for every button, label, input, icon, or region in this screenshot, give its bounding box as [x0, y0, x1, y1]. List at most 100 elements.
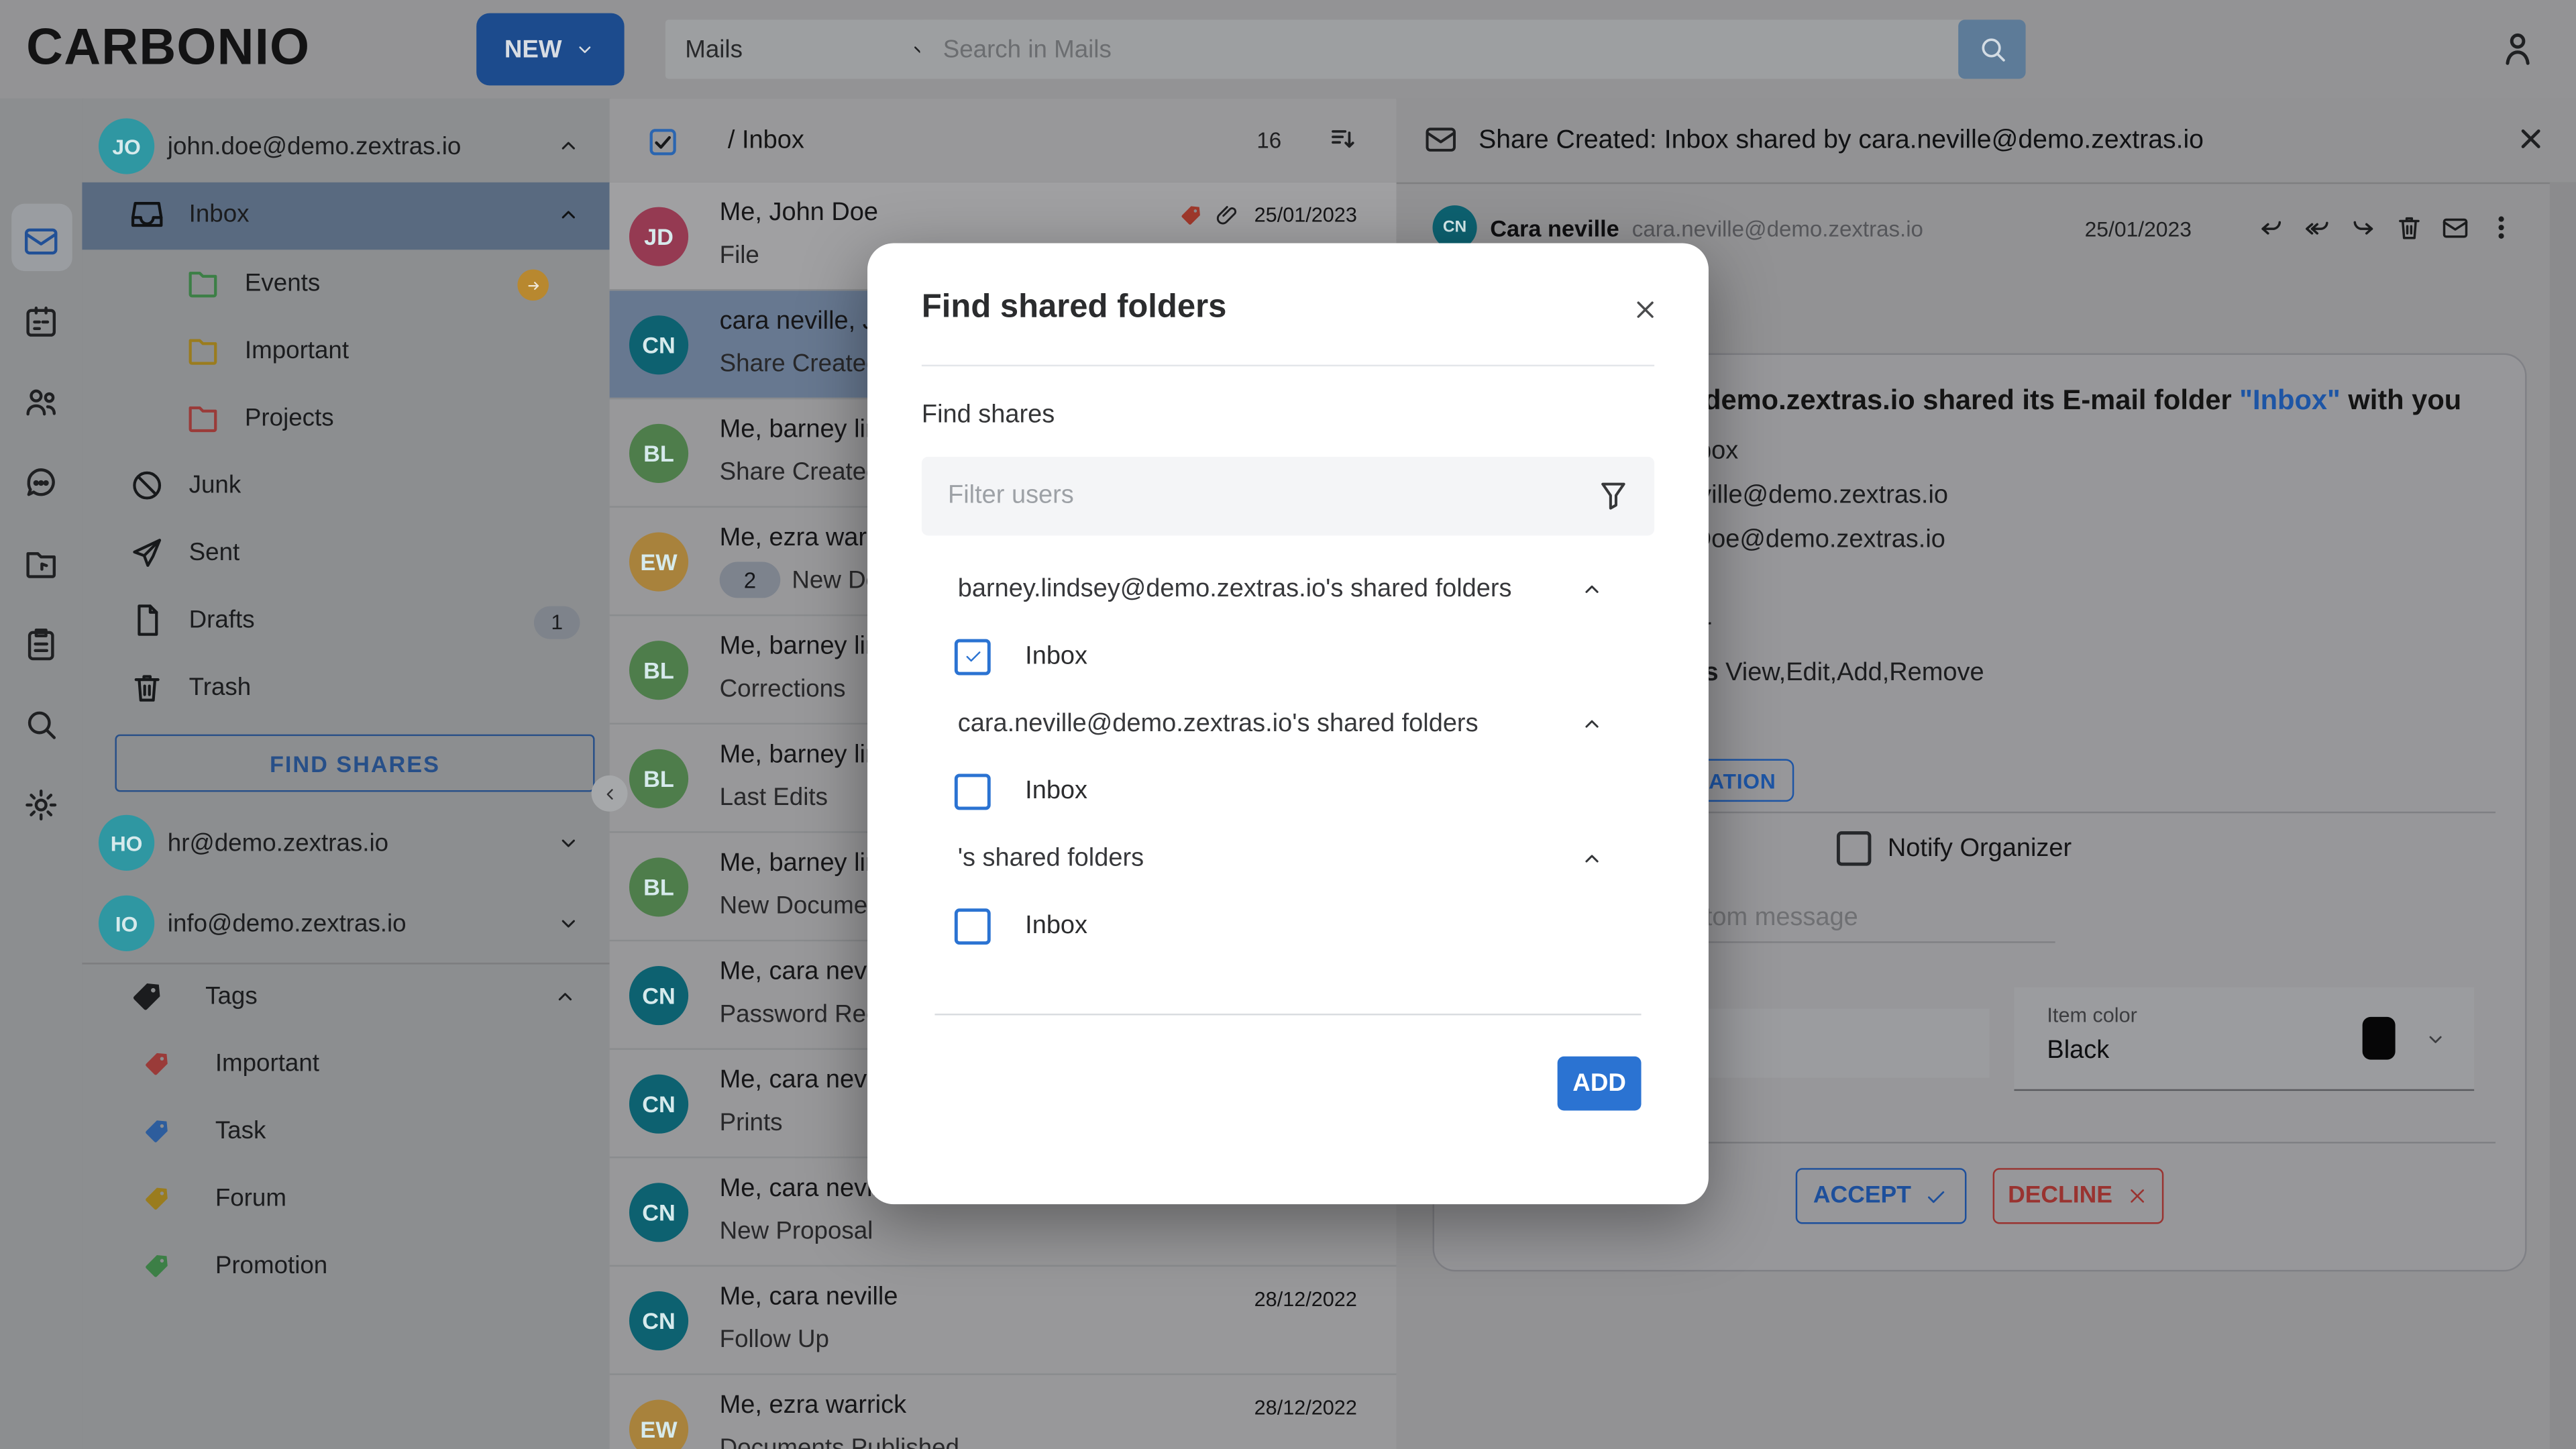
accept-button[interactable]: ACCEPT: [1796, 1168, 1967, 1224]
rail-chat-icon[interactable]: [21, 464, 61, 503]
share-group-header[interactable]: 's shared folders: [922, 824, 1654, 892]
notify-organizer-row: Notify Organizer: [1837, 831, 2072, 865]
shared-folder-option[interactable]: Inbox: [922, 623, 1654, 690]
divider: [934, 1014, 1641, 1015]
tag-item-important[interactable]: Important: [82, 1032, 609, 1099]
tags-header[interactable]: Tags: [82, 965, 609, 1032]
folder-item-events[interactable]: Events: [82, 252, 609, 319]
rail-search-icon[interactable]: [21, 705, 61, 745]
tag-item-task[interactable]: Task: [82, 1099, 609, 1166]
mail-list-item[interactable]: EWMe, ezra warrickDocuments Published28/…: [610, 1375, 1397, 1449]
account-menu-button[interactable]: [2496, 26, 2540, 70]
add-button[interactable]: ADD: [1558, 1057, 1642, 1111]
folder-item-sent[interactable]: Sent: [82, 521, 609, 588]
sender-name: Cara neville cara.neville@demo.zextras.i…: [1490, 215, 1923, 241]
shared-folder-badge: [517, 270, 549, 301]
shared-folder-option[interactable]: Inbox: [922, 757, 1654, 824]
rail-mail-icon[interactable]: [21, 222, 61, 262]
tag-item-promotion[interactable]: Promotion: [82, 1234, 609, 1301]
search-placeholder: Search in Mails: [943, 36, 1112, 64]
checkbox-unchecked-icon[interactable]: [955, 908, 991, 944]
search-input[interactable]: Search in Mails: [920, 19, 1998, 78]
avatar: CN: [629, 1291, 688, 1350]
folder-label: Important: [245, 337, 349, 365]
rail-settings-icon[interactable]: [21, 786, 61, 825]
tag-icon: [1178, 202, 1204, 228]
mail-subject: Follow Up: [720, 1326, 829, 1354]
checkbox-checked-icon[interactable]: [955, 638, 991, 674]
decline-button[interactable]: DECLINE: [1993, 1168, 2164, 1224]
chevron-down-icon: [2423, 1027, 2448, 1052]
tag-item-forum[interactable]: Forum: [82, 1167, 609, 1234]
avatar: JD: [629, 207, 688, 266]
modal-close-button[interactable]: [1631, 296, 1660, 324]
folder-item-trash[interactable]: Trash: [82, 655, 609, 722]
chevron-down-icon[interactable]: [555, 910, 582, 936]
reply-button[interactable]: [2255, 212, 2287, 244]
find-shares-button[interactable]: FIND SHARES: [115, 735, 594, 792]
thread-count-badge: 2: [720, 562, 781, 598]
forward-button[interactable]: [2348, 212, 2379, 244]
folder-item-projects[interactable]: Projects: [82, 386, 609, 453]
select-all-checkbox[interactable]: [647, 127, 679, 158]
chevron-up-icon[interactable]: [555, 133, 582, 159]
folder-item-inbox[interactable]: Inbox: [82, 182, 609, 250]
rail-files-icon[interactable]: [21, 544, 61, 584]
search-button[interactable]: [1958, 19, 2025, 78]
tag-icon: [142, 1250, 173, 1282]
reading-pane-header: Share Created: Inbox shared by cara.nevi…: [1397, 99, 2576, 184]
message-title: Share Created: Inbox shared by cara.nevi…: [1479, 125, 2204, 155]
mail-subject: Prints: [720, 1109, 783, 1137]
checkbox-unchecked-icon[interactable]: [955, 773, 991, 809]
sort-button[interactable]: [1328, 123, 1360, 156]
mark-unread-button[interactable]: [2440, 212, 2471, 244]
mail-count: 16: [1256, 128, 1281, 153]
mail-date: 25/01/2023: [1254, 204, 1357, 227]
mail-list-item[interactable]: CNMe, cara nevilleFollow Up28/12/2022: [610, 1267, 1397, 1375]
collapse-sidebar-handle[interactable]: [592, 775, 628, 812]
chevron-down-icon[interactable]: [555, 830, 582, 856]
color-swatch-black: [2363, 1017, 2396, 1060]
carbonio-app: CARBONIO NEW Mails Search in Mails JOjoh…: [0, 0, 2576, 1449]
file-icon: [128, 601, 166, 639]
folder-item-important[interactable]: Important: [82, 319, 609, 386]
close-icon: [1631, 296, 1660, 324]
filter-users-placeholder: Filter users: [948, 482, 1074, 511]
folder-icon: [184, 264, 221, 302]
reply-all-button[interactable]: [2302, 212, 2333, 244]
notify-organizer-checkbox[interactable]: [1837, 831, 1871, 865]
folder-label: Sent: [189, 539, 240, 567]
chevron-left-icon: [599, 783, 621, 804]
search-scope-select[interactable]: Mails: [665, 19, 951, 78]
find-shares-label: Find shares: [922, 401, 1055, 431]
folder-label: Junk: [189, 472, 241, 500]
new-button[interactable]: NEW: [476, 13, 624, 86]
account-row[interactable]: IOinfo@demo.zextras.io: [82, 889, 609, 958]
avatar: BL: [629, 749, 688, 808]
share-group-header[interactable]: barney.lindsey@demo.zextras.io's shared …: [922, 555, 1654, 623]
item-color-select[interactable]: Item color Black: [2014, 987, 2474, 1091]
chevron-up-icon[interactable]: [555, 202, 582, 228]
folder-icon: [184, 399, 221, 437]
rail-calendar-icon[interactable]: [21, 303, 61, 342]
folder-label: Trash: [189, 674, 252, 702]
rail-contacts-icon[interactable]: [21, 383, 61, 423]
avatar: EW: [629, 532, 688, 591]
account-row[interactable]: HOhr@demo.zextras.io: [82, 808, 609, 877]
trash-button[interactable]: [2394, 212, 2425, 244]
shared-folder-option[interactable]: Inbox: [922, 892, 1654, 959]
folder-item-junk[interactable]: Junk: [82, 453, 609, 521]
tag-icon: [128, 977, 166, 1015]
chevron-up-icon[interactable]: [552, 984, 578, 1010]
carbonio-logo: CARBONIO: [26, 18, 310, 77]
share-group-header[interactable]: cara.neville@demo.zextras.io's shared fo…: [922, 690, 1654, 757]
folder-item-drafts[interactable]: Drafts1: [82, 588, 609, 655]
rail-tasks-icon[interactable]: [21, 625, 61, 664]
close-message-button[interactable]: [2515, 123, 2546, 155]
filter-users-input[interactable]: Filter users: [922, 457, 1654, 536]
scrollbar-gutter[interactable]: [2550, 182, 2576, 1449]
shared-folder-link[interactable]: "Inbox": [2239, 384, 2340, 416]
account-row[interactable]: JOjohn.doe@demo.zextras.io: [82, 112, 609, 181]
more-vertical-button[interactable]: [2485, 212, 2517, 244]
item-color-label: Item color: [2047, 1004, 2137, 1026]
